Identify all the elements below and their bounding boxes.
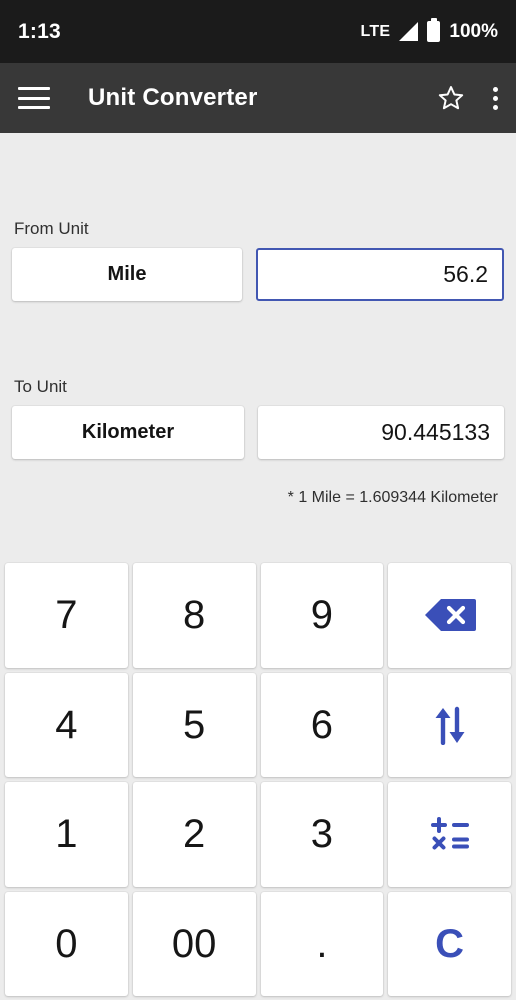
key-1[interactable]: 1 — [5, 782, 128, 887]
to-value-text: 90.445133 — [381, 419, 490, 445]
from-unit-label: From Unit — [14, 219, 89, 238]
key-9-label: 9 — [310, 593, 333, 638]
status-clock: 1:13 — [18, 19, 61, 43]
key-4[interactable]: 4 — [5, 672, 128, 777]
app-bar-actions — [437, 84, 498, 112]
key-decimal[interactable]: . — [260, 891, 384, 996]
to-unit-group: To Unit Kilometer 90.445133 — [12, 377, 504, 459]
from-value-text: 56.2 — [443, 261, 488, 287]
key-backspace[interactable] — [388, 563, 511, 668]
from-unit-row: Mile 56.2 — [12, 248, 504, 301]
key-0-label: 0 — [55, 921, 78, 966]
from-unit-selector[interactable]: Mile — [12, 248, 242, 301]
key-5[interactable]: 5 — [132, 672, 256, 777]
key-3-label: 3 — [310, 812, 333, 857]
from-unit-group: From Unit Mile 56.2 — [12, 219, 504, 301]
key-clear-label: C — [435, 921, 465, 966]
key-1-label: 1 — [55, 812, 78, 857]
key-6[interactable]: 6 — [260, 672, 384, 777]
battery-percent-label: 100% — [449, 20, 498, 42]
key-swap[interactable] — [388, 672, 511, 777]
key-3[interactable]: 3 — [260, 782, 384, 887]
key-00-label: 00 — [171, 921, 217, 966]
key-9[interactable]: 9 — [260, 563, 384, 668]
key-0[interactable]: 0 — [5, 891, 128, 996]
numeric-keypad: 7 8 9 4 5 6 1 2 3 0 00. C — [0, 563, 516, 1000]
signal-triangle-icon — [399, 22, 419, 41]
key-7[interactable]: 7 — [5, 563, 128, 668]
key-7-label: 7 — [55, 593, 78, 638]
to-unit-selector[interactable]: Kilometer — [12, 406, 244, 459]
backspace-icon — [424, 599, 476, 632]
app-screen: 1:13 LTE 100% Unit Converter From Unit M… — [0, 0, 516, 1000]
status-indicators: LTE 100% — [360, 18, 498, 43]
from-value-input[interactable]: 56.2 — [256, 248, 504, 301]
from-unit-value: Mile — [107, 263, 147, 285]
to-unit-row: Kilometer 90.445133 — [12, 406, 504, 459]
more-vertical-icon[interactable] — [493, 86, 498, 110]
converter-panel: From Unit Mile 56.2 To Unit Kilometer 90… — [0, 133, 516, 507]
key-2-label: 2 — [183, 812, 206, 857]
key-00[interactable]: 00 — [132, 891, 256, 996]
to-unit-value: Kilometer — [81, 421, 175, 443]
key-8-label: 8 — [183, 593, 206, 638]
key-2[interactable]: 2 — [132, 782, 256, 887]
calculator-icon — [430, 817, 469, 850]
key-6-label: 6 — [310, 702, 333, 747]
to-unit-label: To Unit — [14, 377, 67, 396]
key-8[interactable]: 8 — [132, 563, 256, 668]
key-clear[interactable]: C — [388, 891, 511, 996]
conversion-rate-note: * 1 Mile = 1.609344 Kilometer — [287, 489, 498, 506]
battery-full-icon — [427, 18, 441, 42]
status-bar: 1:13 LTE 100% — [0, 0, 516, 63]
network-type-label: LTE — [360, 22, 391, 40]
to-value-input[interactable]: 90.445133 — [258, 406, 504, 459]
key-calculator[interactable] — [388, 782, 511, 887]
key-decimal-label: . — [316, 921, 328, 966]
key-4-label: 4 — [55, 702, 78, 747]
key-5-label: 5 — [183, 702, 206, 747]
swap-vertical-icon — [435, 706, 465, 745]
hamburger-menu-icon[interactable] — [18, 87, 50, 109]
page-title: Unit Converter — [88, 84, 258, 111]
app-bar: Unit Converter — [0, 63, 516, 133]
star-outline-icon[interactable] — [437, 84, 465, 112]
